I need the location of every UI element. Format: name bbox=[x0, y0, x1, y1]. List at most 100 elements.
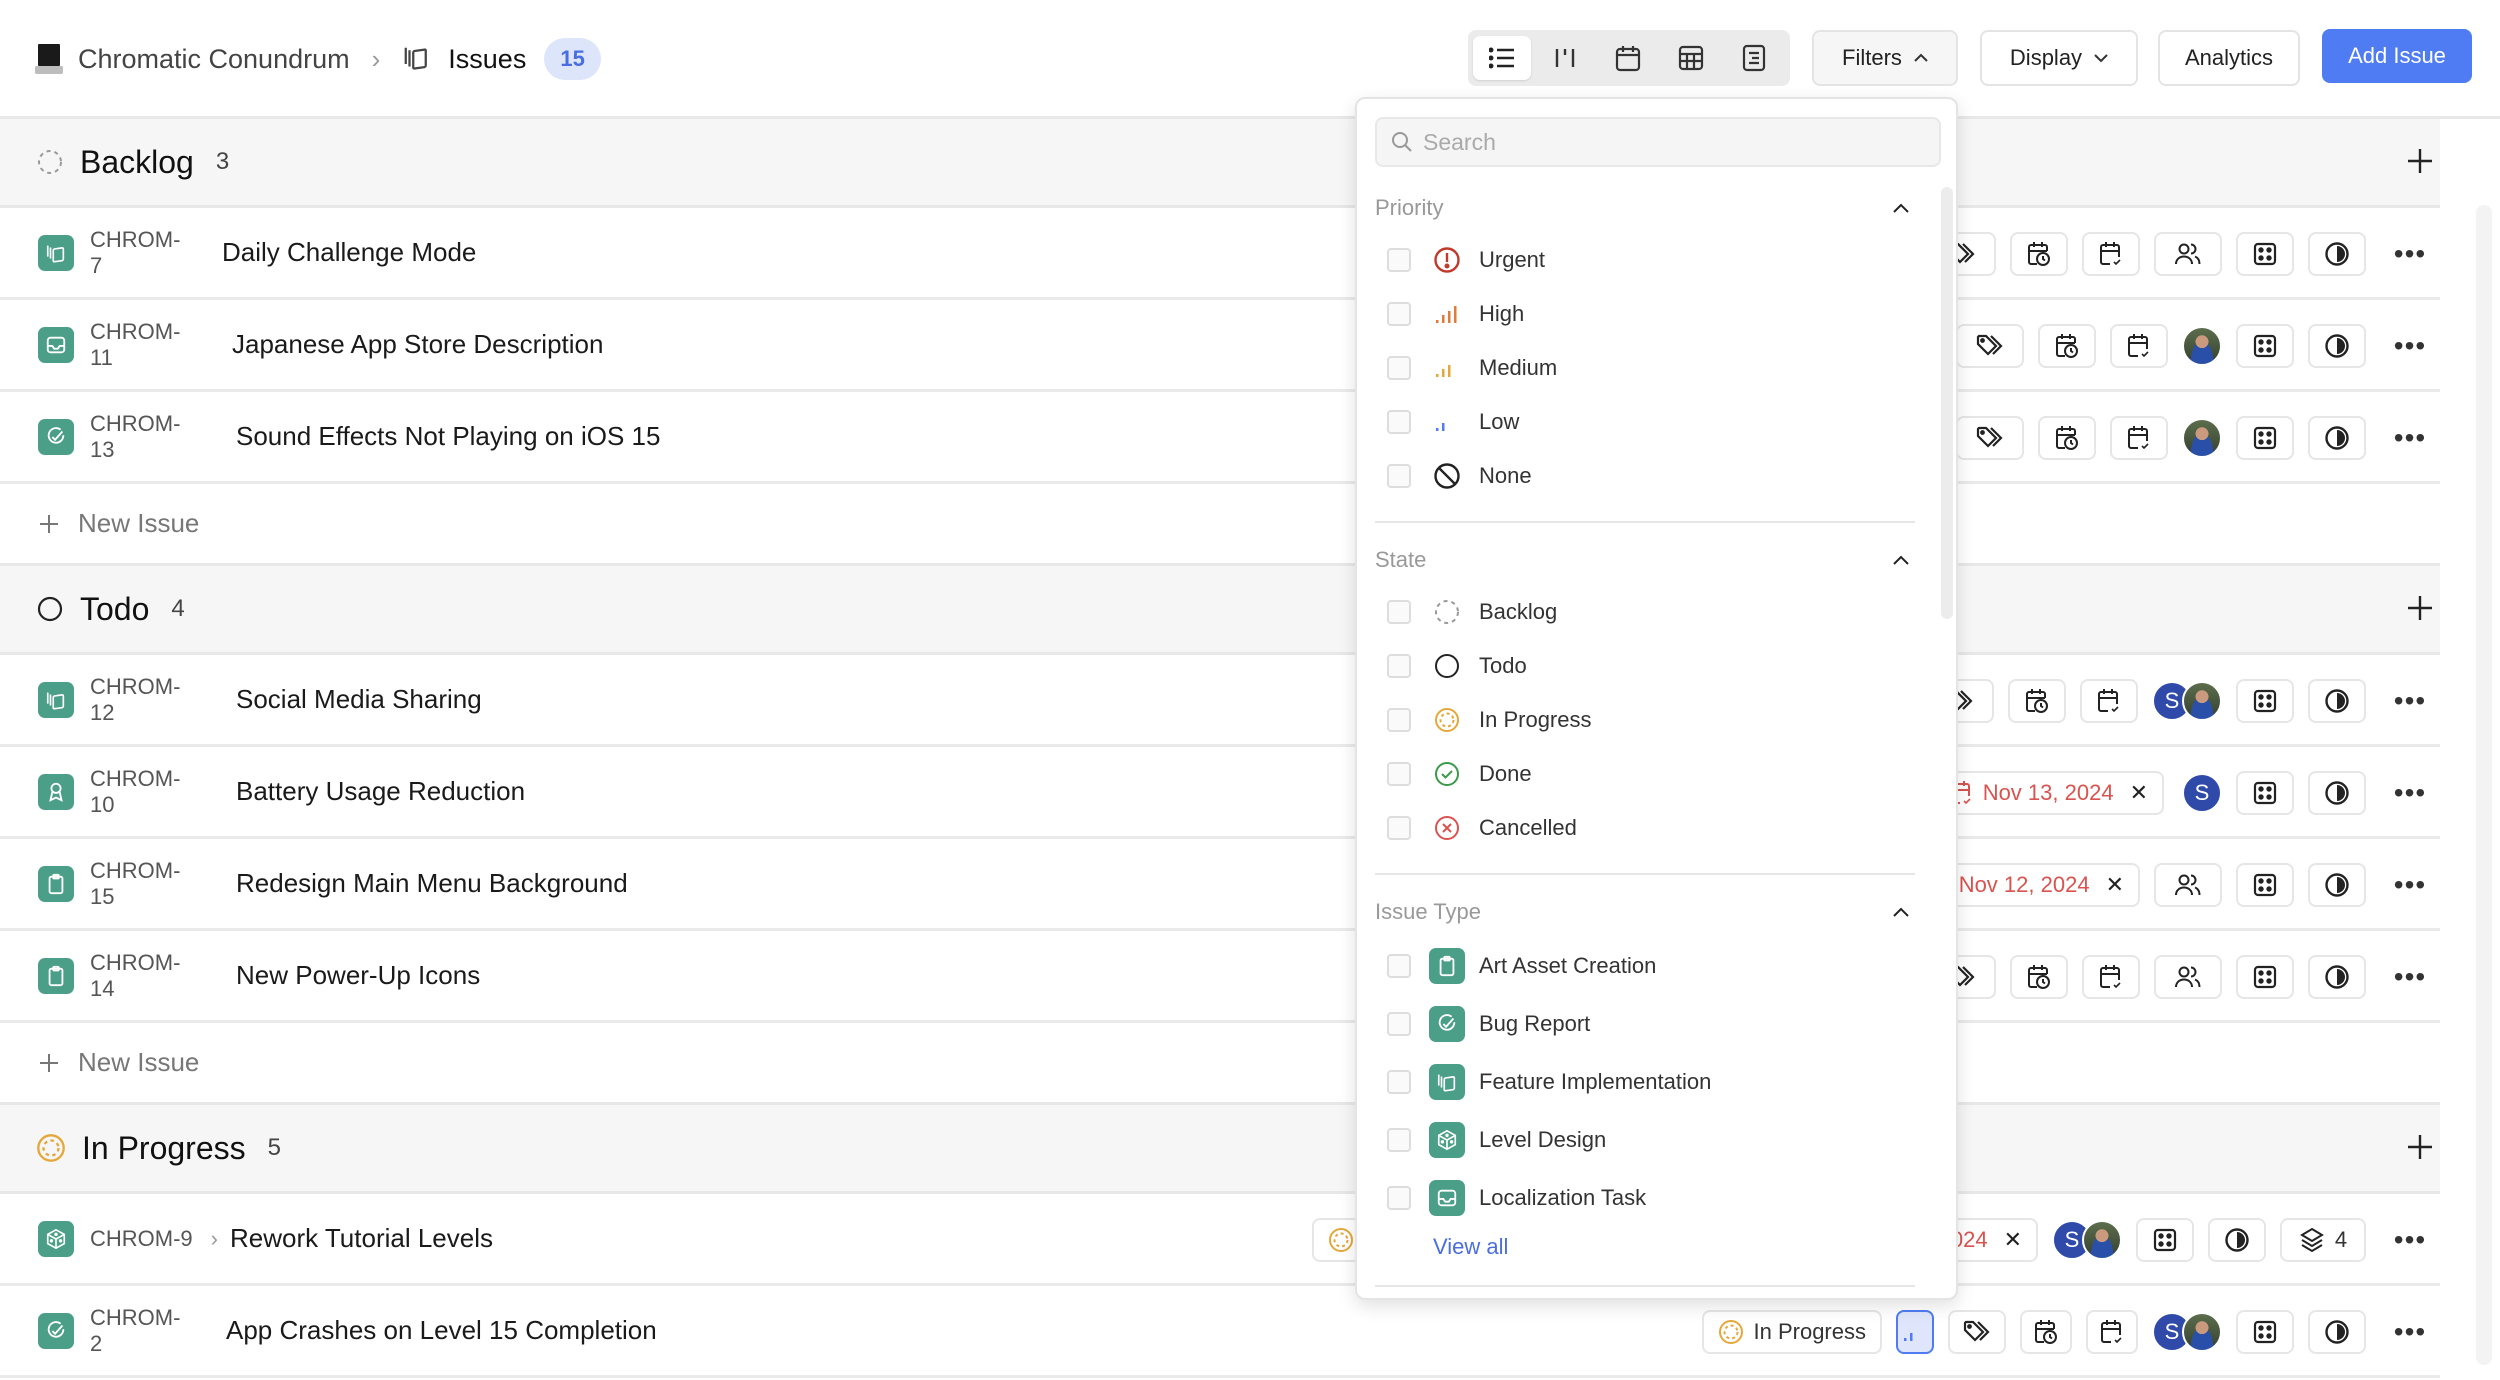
assignee-button[interactable] bbox=[2154, 863, 2222, 907]
checkbox[interactable] bbox=[1387, 816, 1411, 840]
add-issue-button[interactable]: Add Issue bbox=[2322, 29, 2472, 83]
priority-section-header[interactable]: Priority bbox=[1375, 183, 1925, 233]
assignee-avatars[interactable]: S bbox=[2182, 773, 2222, 813]
new-issue-button[interactable]: New Issue bbox=[0, 484, 2440, 566]
issue-title[interactable]: Battery Usage Reduction bbox=[236, 776, 525, 807]
filter-option-backlog[interactable]: Backlog bbox=[1375, 585, 1925, 639]
state-chip[interactable]: In Progress bbox=[1701, 1310, 1882, 1354]
breadcrumb-project[interactable]: Chromatic Conundrum bbox=[78, 44, 350, 75]
filter-option-localization-task[interactable]: Localization Task bbox=[1375, 1169, 1925, 1227]
module-button[interactable] bbox=[2236, 679, 2294, 723]
assignee-button[interactable] bbox=[2154, 232, 2222, 276]
issue-title[interactable]: App Crashes on Level 15 Completion bbox=[226, 1315, 657, 1346]
assignee-section-header[interactable]: Assignee bbox=[1375, 1299, 1925, 1300]
issue-row[interactable]: CHROM-11 Japanese App Store Description … bbox=[0, 300, 2440, 392]
kanban-layout-button[interactable] bbox=[1536, 36, 1594, 80]
labels-button[interactable] bbox=[1948, 1310, 2006, 1354]
filter-option-none[interactable]: None bbox=[1375, 449, 1925, 503]
checkbox[interactable] bbox=[1387, 600, 1411, 624]
module-button[interactable] bbox=[2236, 232, 2294, 276]
clear-date-icon[interactable]: ✕ bbox=[2004, 1227, 2022, 1253]
due-date-button[interactable] bbox=[2110, 324, 2168, 368]
start-date-button[interactable] bbox=[2038, 324, 2096, 368]
issue-title[interactable]: Redesign Main Menu Background bbox=[236, 868, 628, 899]
cycle-button[interactable] bbox=[2308, 324, 2366, 368]
page-scrollbar[interactable] bbox=[2476, 205, 2492, 1365]
filter-option-level-design[interactable]: Level Design bbox=[1375, 1111, 1925, 1169]
start-date-button[interactable] bbox=[2038, 416, 2096, 460]
checkbox[interactable] bbox=[1387, 248, 1411, 272]
checkbox[interactable] bbox=[1387, 1070, 1411, 1094]
more-options-icon[interactable]: ••• bbox=[2380, 1316, 2440, 1348]
sub-issues-button[interactable]: 4 bbox=[2280, 1218, 2366, 1262]
due-date-button[interactable] bbox=[2082, 955, 2140, 999]
filter-option-art-asset-creation[interactable]: Art Asset Creation bbox=[1375, 937, 1925, 995]
due-date-button[interactable] bbox=[2086, 1310, 2138, 1354]
spreadsheet-layout-button[interactable] bbox=[1662, 36, 1720, 80]
due-date-button[interactable] bbox=[2082, 232, 2140, 276]
cycle-button[interactable] bbox=[2308, 771, 2366, 815]
checkbox[interactable] bbox=[1387, 356, 1411, 380]
new-issue-button[interactable]: New Issue bbox=[0, 1023, 2440, 1105]
checkbox[interactable] bbox=[1387, 302, 1411, 326]
filter-option-in-progress[interactable]: In Progress bbox=[1375, 693, 1925, 747]
dropdown-scrollbar[interactable] bbox=[1941, 187, 1953, 619]
assignee-avatars[interactable]: S bbox=[2152, 1312, 2222, 1352]
more-options-icon[interactable]: ••• bbox=[2380, 1224, 2440, 1256]
issue-title[interactable]: Daily Challenge Mode bbox=[222, 237, 476, 268]
due-date-chip[interactable]: Nov 13, 2024 ✕ bbox=[1932, 771, 2164, 815]
module-button[interactable] bbox=[2236, 416, 2294, 460]
start-date-button[interactable] bbox=[2010, 955, 2068, 999]
assignee-avatars[interactable] bbox=[2182, 418, 2222, 458]
due-date-button[interactable] bbox=[2110, 416, 2168, 460]
filter-option-todo[interactable]: Todo bbox=[1375, 639, 1925, 693]
checkbox[interactable] bbox=[1387, 1128, 1411, 1152]
assignee-avatars[interactable]: S bbox=[2152, 681, 2222, 721]
cycle-button[interactable] bbox=[2308, 955, 2366, 999]
cycle-button[interactable] bbox=[2308, 679, 2366, 723]
due-date-button[interactable] bbox=[2080, 679, 2138, 723]
filters-button[interactable]: Filters bbox=[1812, 30, 1958, 86]
checkbox[interactable] bbox=[1387, 654, 1411, 678]
add-issue-plus-icon[interactable] bbox=[2404, 1131, 2436, 1163]
filter-option-medium[interactable]: Medium bbox=[1375, 341, 1925, 395]
assignee-button[interactable] bbox=[2154, 955, 2222, 999]
state-section-header[interactable]: State bbox=[1375, 535, 1925, 585]
clear-date-icon[interactable]: ✕ bbox=[2106, 872, 2124, 898]
filter-search-input[interactable] bbox=[1423, 128, 1903, 156]
issue-row[interactable]: CHROM-12 Social Media Sharing S ••• bbox=[0, 655, 2440, 747]
module-button[interactable] bbox=[2236, 771, 2294, 815]
issue-row[interactable]: CHROM-15 Redesign Main Menu Background N… bbox=[0, 839, 2440, 931]
issue-row[interactable]: CHROM-2 App Crashes on Level 15 Completi… bbox=[0, 1286, 2440, 1378]
assignee-avatars[interactable]: S bbox=[2052, 1220, 2122, 1260]
issue-title[interactable]: Rework Tutorial Levels bbox=[230, 1223, 493, 1254]
issue-title[interactable]: Social Media Sharing bbox=[236, 684, 482, 715]
more-options-icon[interactable]: ••• bbox=[2380, 330, 2440, 362]
add-issue-plus-icon[interactable] bbox=[2404, 145, 2436, 177]
issue-title[interactable]: New Power-Up Icons bbox=[236, 960, 480, 991]
filter-option-cancelled[interactable]: Cancelled bbox=[1375, 801, 1925, 855]
cycle-button[interactable] bbox=[2308, 1310, 2366, 1354]
issue-row[interactable]: CHROM-14 New Power-Up Icons ••• bbox=[0, 931, 2440, 1023]
checkbox[interactable] bbox=[1387, 762, 1411, 786]
checkbox[interactable] bbox=[1387, 464, 1411, 488]
cycle-button[interactable] bbox=[2308, 416, 2366, 460]
display-button[interactable]: Display bbox=[1980, 30, 2138, 86]
clear-date-icon[interactable]: ✕ bbox=[2130, 780, 2148, 806]
sub-issue-chevron-icon[interactable]: › bbox=[211, 1226, 218, 1252]
issue-title[interactable]: Sound Effects Not Playing on iOS 15 bbox=[236, 421, 660, 452]
more-options-icon[interactable]: ••• bbox=[2380, 422, 2440, 454]
more-options-icon[interactable]: ••• bbox=[2380, 961, 2440, 993]
issue-row[interactable]: CHROM-7 Daily Challenge Mode ••• bbox=[0, 208, 2440, 300]
checkbox[interactable] bbox=[1387, 708, 1411, 732]
labels-button[interactable] bbox=[1956, 324, 2024, 368]
view-all-link[interactable]: View all bbox=[1433, 1227, 1925, 1267]
analytics-button[interactable]: Analytics bbox=[2158, 30, 2300, 86]
issue-type-section-header[interactable]: Issue Type bbox=[1375, 887, 1925, 937]
filter-option-feature-implementation[interactable]: Feature Implementation bbox=[1375, 1053, 1925, 1111]
issue-row[interactable]: CHROM-9 › Rework Tutorial Levels In Pro … bbox=[0, 1194, 2440, 1286]
more-options-icon[interactable]: ••• bbox=[2380, 238, 2440, 270]
add-issue-plus-icon[interactable] bbox=[2404, 592, 2436, 624]
start-date-button[interactable] bbox=[2020, 1310, 2072, 1354]
filter-option-bug-report[interactable]: Bug Report bbox=[1375, 995, 1925, 1053]
